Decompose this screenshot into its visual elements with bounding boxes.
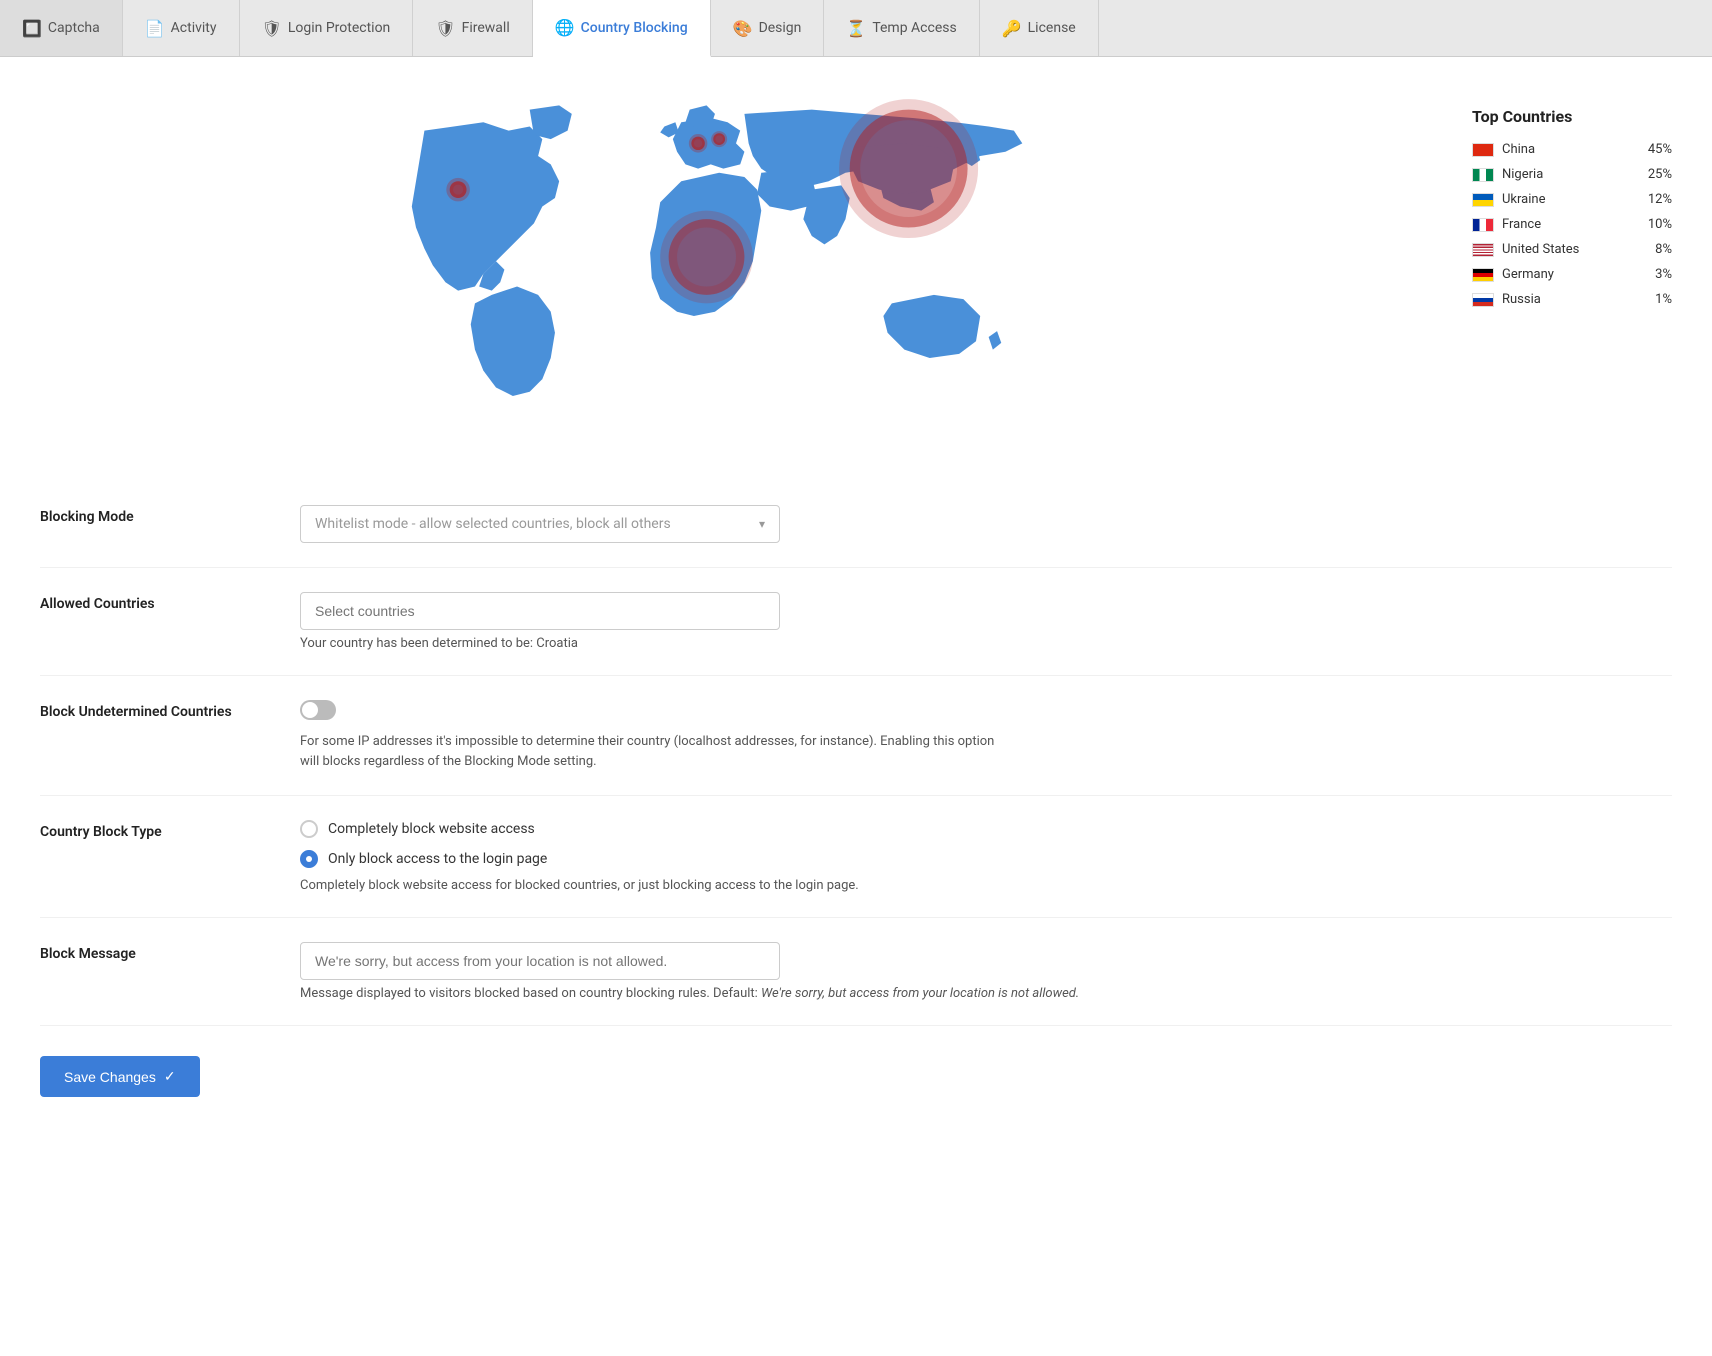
country-row-ukraine: Ukraine 12% bbox=[1472, 192, 1672, 207]
flag-russia bbox=[1472, 293, 1494, 307]
blocking-mode-dropdown[interactable]: Whitelist mode - allow selected countrie… bbox=[300, 505, 780, 543]
tab-license-label: License bbox=[1028, 20, 1076, 36]
radio-login-circle bbox=[300, 850, 318, 868]
license-icon: 🔑 bbox=[1002, 19, 1022, 38]
country-block-type-description: Completely block website access for bloc… bbox=[300, 878, 1672, 893]
top-countries-heading: Top Countries bbox=[1472, 107, 1672, 126]
allowed-countries-row: Allowed Countries Your country has been … bbox=[40, 568, 1672, 676]
country-row-russia: Russia 1% bbox=[1472, 292, 1672, 307]
country-pct-germany: 3% bbox=[1655, 267, 1672, 282]
flag-nigeria bbox=[1472, 168, 1494, 182]
activity-icon: 📄 bbox=[145, 19, 165, 38]
block-undetermined-description: For some IP addresses it's impossible to… bbox=[300, 732, 1000, 771]
tab-country-blocking[interactable]: 🌐 Country Blocking bbox=[533, 0, 711, 57]
flag-us bbox=[1472, 243, 1494, 257]
tab-bar: 🔲 Captcha 📄 Activity 🛡 Login Protection … bbox=[0, 0, 1712, 57]
country-pct-nigeria: 25% bbox=[1648, 167, 1672, 182]
firewall-icon: 🛡 bbox=[435, 19, 455, 38]
toggle-slider bbox=[300, 700, 336, 720]
country-name-us: United States bbox=[1502, 242, 1647, 257]
block-undetermined-content: For some IP addresses it's impossible to… bbox=[300, 700, 1672, 771]
blocking-mode-value: Whitelist mode - allow selected countrie… bbox=[315, 516, 671, 532]
block-message-label: Block Message bbox=[40, 942, 260, 962]
allowed-countries-label: Allowed Countries bbox=[40, 592, 260, 612]
tab-login-protection[interactable]: 🛡 Login Protection bbox=[240, 0, 414, 56]
main-content: Top Countries China 45% Nigeria 25% Ukra… bbox=[0, 57, 1712, 1356]
radio-option-login[interactable]: Only block access to the login page bbox=[300, 850, 1672, 868]
tab-firewall[interactable]: 🛡 Firewall bbox=[413, 0, 532, 56]
settings-section: Blocking Mode Whitelist mode - allow sel… bbox=[40, 481, 1672, 1097]
temp-access-icon: ⏳ bbox=[846, 19, 866, 38]
radio-complete-label: Completely block website access bbox=[328, 821, 535, 837]
country-pct-ukraine: 12% bbox=[1648, 192, 1672, 207]
country-blocking-icon: 🌐 bbox=[555, 18, 575, 37]
tab-design-label: Design bbox=[759, 20, 802, 36]
country-name-germany: Germany bbox=[1502, 267, 1647, 282]
blocking-mode-content: Whitelist mode - allow selected countrie… bbox=[300, 505, 1672, 543]
design-icon: 🎨 bbox=[733, 19, 753, 38]
tab-activity-label: Activity bbox=[171, 20, 217, 36]
tab-captcha[interactable]: 🔲 Captcha bbox=[0, 0, 123, 56]
map-section: Top Countries China 45% Nigeria 25% Ukra… bbox=[40, 97, 1672, 421]
tab-temp-access-label: Temp Access bbox=[872, 20, 956, 36]
save-changes-button[interactable]: Save Changes ✓ bbox=[40, 1056, 200, 1097]
captcha-icon: 🔲 bbox=[22, 19, 42, 38]
block-message-description: Message displayed to visitors blocked ba… bbox=[300, 986, 1672, 1001]
save-button-icon: ✓ bbox=[164, 1068, 176, 1085]
block-desc-default: We're sorry, but access from your locati… bbox=[761, 986, 1079, 1001]
radio-login-label: Only block access to the login page bbox=[328, 851, 547, 867]
allowed-countries-input[interactable] bbox=[300, 592, 780, 630]
tab-login-protection-label: Login Protection bbox=[288, 20, 390, 36]
save-button-label: Save Changes bbox=[64, 1069, 156, 1085]
country-row-nigeria: Nigeria 25% bbox=[1472, 167, 1672, 182]
flag-china bbox=[1472, 143, 1494, 157]
flag-france bbox=[1472, 218, 1494, 232]
block-desc-text: Message displayed to visitors blocked ba… bbox=[300, 986, 761, 1001]
block-message-input[interactable] bbox=[300, 942, 780, 980]
world-map bbox=[40, 97, 1432, 417]
country-name-russia: Russia bbox=[1502, 292, 1647, 307]
country-pct-russia: 1% bbox=[1655, 292, 1672, 307]
country-name-france: France bbox=[1502, 217, 1640, 232]
login-protection-icon: 🛡 bbox=[262, 19, 282, 38]
world-map-container bbox=[40, 97, 1432, 421]
country-name-ukraine: Ukraine bbox=[1502, 192, 1640, 207]
country-row-germany: Germany 3% bbox=[1472, 267, 1672, 282]
flag-ukraine bbox=[1472, 193, 1494, 207]
tab-country-blocking-label: Country Blocking bbox=[581, 20, 688, 36]
radio-complete-circle bbox=[300, 820, 318, 838]
block-undetermined-label: Block Undetermined Countries bbox=[40, 700, 260, 720]
block-message-row: Block Message Message displayed to visit… bbox=[40, 918, 1672, 1026]
country-row-china: China 45% bbox=[1472, 142, 1672, 157]
radio-option-complete[interactable]: Completely block website access bbox=[300, 820, 1672, 838]
country-pct-france: 10% bbox=[1648, 217, 1672, 232]
dropdown-arrow-icon: ▾ bbox=[759, 517, 765, 531]
country-block-type-row: Country Block Type Completely block webs… bbox=[40, 796, 1672, 918]
country-name-china: China bbox=[1502, 142, 1640, 157]
tab-license[interactable]: 🔑 License bbox=[980, 0, 1099, 56]
flag-germany bbox=[1472, 268, 1494, 282]
tab-activity[interactable]: 📄 Activity bbox=[123, 0, 240, 56]
tab-captcha-label: Captcha bbox=[48, 20, 100, 36]
allowed-countries-content: Your country has been determined to be: … bbox=[300, 592, 1672, 651]
country-row-us: United States 8% bbox=[1472, 242, 1672, 257]
blocking-mode-row: Blocking Mode Whitelist mode - allow sel… bbox=[40, 481, 1672, 568]
country-row-france: France 10% bbox=[1472, 217, 1672, 232]
block-undetermined-toggle[interactable] bbox=[300, 700, 336, 720]
block-message-content: Message displayed to visitors blocked ba… bbox=[300, 942, 1672, 1001]
tab-temp-access[interactable]: ⏳ Temp Access bbox=[824, 0, 979, 56]
tab-design[interactable]: 🎨 Design bbox=[711, 0, 825, 56]
top-countries-panel: Top Countries China 45% Nigeria 25% Ukra… bbox=[1472, 97, 1672, 421]
tab-firewall-label: Firewall bbox=[462, 20, 510, 36]
country-name-nigeria: Nigeria bbox=[1502, 167, 1640, 182]
country-block-type-content: Completely block website access Only blo… bbox=[300, 820, 1672, 893]
country-block-type-label: Country Block Type bbox=[40, 820, 260, 840]
blocking-mode-label: Blocking Mode bbox=[40, 505, 260, 525]
block-undetermined-row: Block Undetermined Countries For some IP… bbox=[40, 676, 1672, 796]
radio-group: Completely block website access Only blo… bbox=[300, 820, 1672, 868]
country-pct-china: 45% bbox=[1648, 142, 1672, 157]
country-pct-us: 8% bbox=[1655, 242, 1672, 257]
country-hint: Your country has been determined to be: … bbox=[300, 636, 1672, 651]
